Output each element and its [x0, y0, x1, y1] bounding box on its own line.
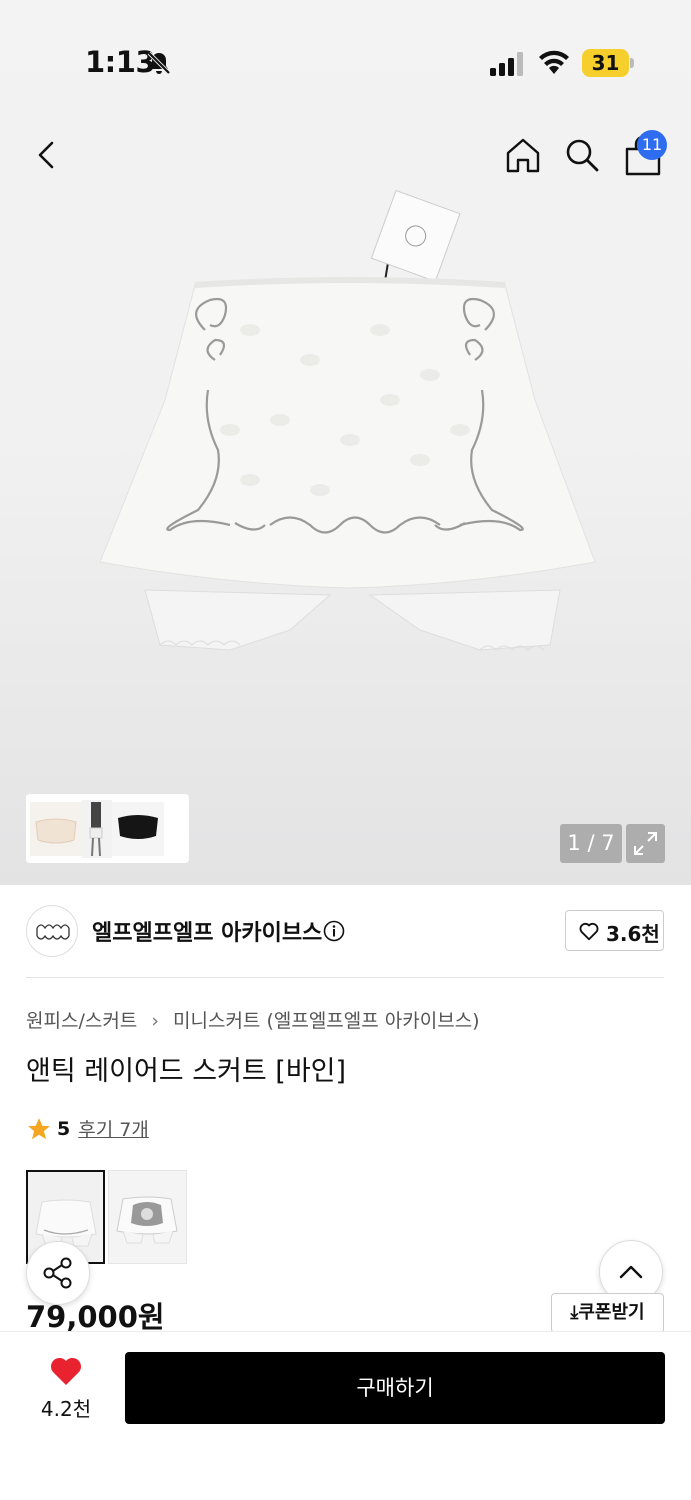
heart-icon: [579, 922, 599, 941]
brand-name[interactable]: 엘프엘프엘프 아카이브스: [92, 915, 322, 947]
option-thumbnail[interactable]: [108, 1170, 187, 1264]
star-icon: [28, 1117, 50, 1139]
option-image: [109, 1171, 186, 1263]
status-bar: 1:13 31: [0, 0, 691, 120]
battery-indicator: 31: [582, 49, 634, 77]
breadcrumb-subcategory[interactable]: 미니스커트 (엘프엘프엘프 아카이브스): [173, 1010, 480, 1032]
brand-logo[interactable]: [26, 905, 78, 957]
product-image-gallery[interactable]: 1:13 31 11 1 / 7: [0, 0, 691, 885]
bell-slash-icon: [147, 51, 171, 75]
status-time: 1:13: [85, 45, 156, 79]
breadcrumb-category[interactable]: 원피스/스커트: [26, 1010, 137, 1032]
coupon-button[interactable]: ⤓쿠폰받기: [551, 1293, 664, 1333]
home-icon[interactable]: [504, 135, 542, 175]
cart-count-badge: 11: [637, 130, 667, 160]
thumbnail-image[interactable]: [26, 794, 189, 863]
breadcrumb: 원피스/스커트 › 미니스커트 (엘프엘프엘프 아카이브스): [26, 1006, 480, 1033]
wifi-icon: [539, 50, 569, 74]
back-icon[interactable]: [30, 135, 66, 175]
divider: [26, 977, 664, 978]
expand-gallery-button[interactable]: [626, 824, 665, 863]
rating-score: 5: [57, 1117, 71, 1140]
wish-count: 4.2천: [40, 1397, 92, 1421]
gallery-page-counter: 1 / 7: [560, 824, 622, 863]
product-price: 79,000원: [26, 1300, 165, 1334]
search-icon[interactable]: [563, 135, 601, 175]
coupon-label: 쿠폰받기: [578, 1302, 645, 1323]
expand-icon: [634, 832, 657, 855]
brand-like-button[interactable]: 3.6천: [565, 910, 664, 951]
battery-level: 31: [582, 49, 629, 77]
rating-summary: 5 후기 7개: [26, 1115, 149, 1142]
signal-icon: [490, 52, 523, 76]
wish-heart-icon[interactable]: [48, 1355, 84, 1387]
gallery-thumbnail-strip[interactable]: [26, 794, 189, 863]
reviews-link[interactable]: 후기 7개: [78, 1115, 149, 1142]
product-photo: [99, 190, 596, 651]
brand-like-count: 3.6천: [606, 922, 660, 946]
info-icon[interactable]: [323, 920, 345, 942]
brand-logo-mark: [36, 924, 70, 940]
chevron-right-icon: ›: [151, 1010, 159, 1032]
product-title: 앤틱 레이어드 스커트 [바인]: [26, 1056, 347, 1087]
buy-button[interactable]: 구매하기: [125, 1352, 665, 1424]
